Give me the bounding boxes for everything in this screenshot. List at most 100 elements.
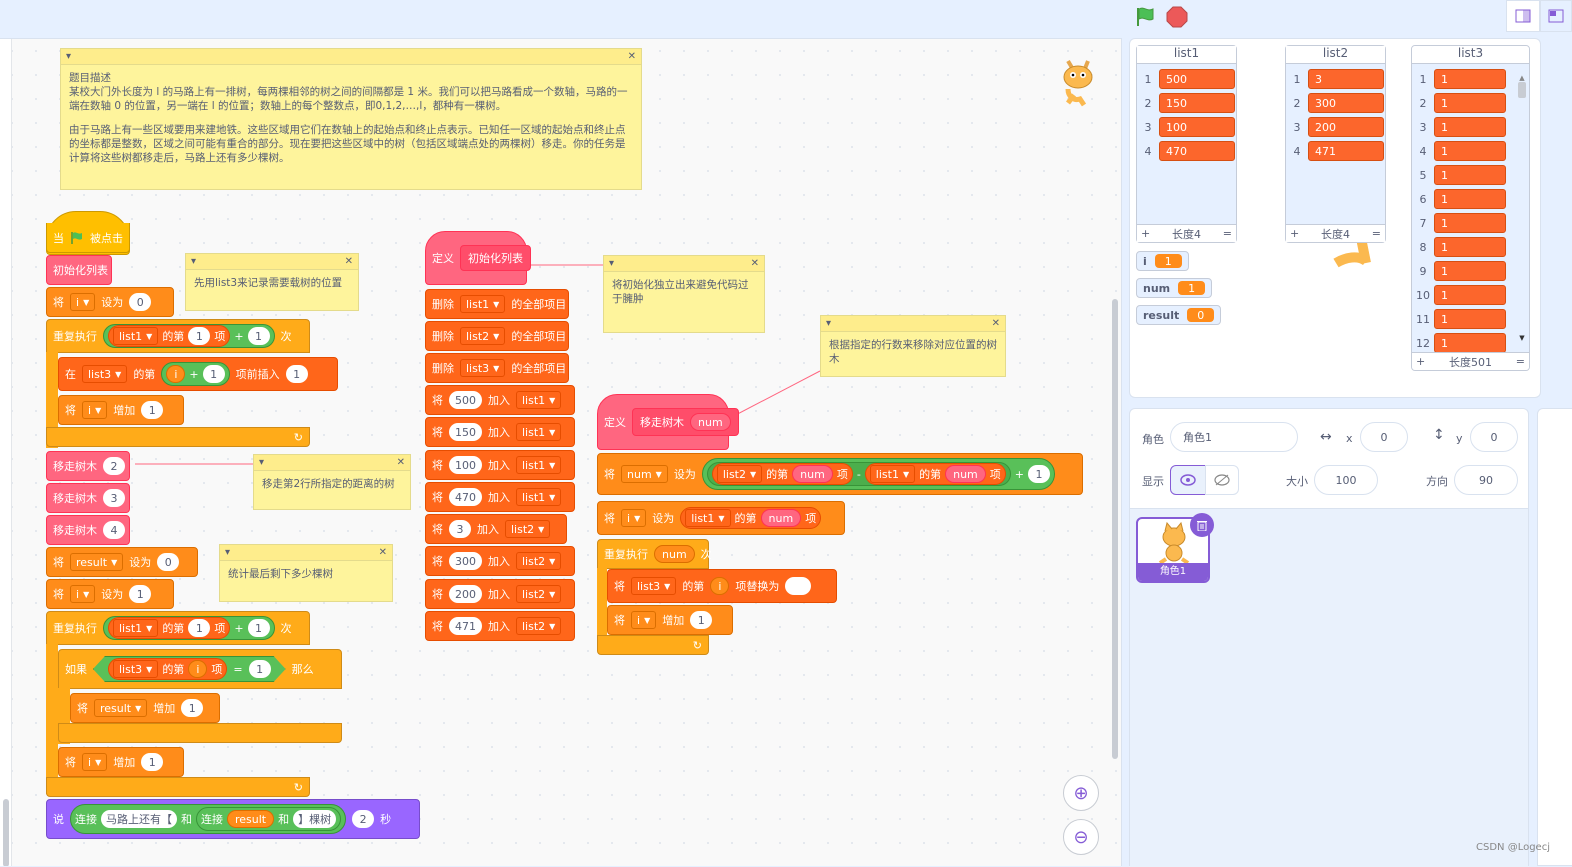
resize-handle[interactable]: = bbox=[1223, 227, 1232, 240]
note-remove-row2[interactable]: ▾ ✕ 移走第2行所指定的距离的树 bbox=[253, 454, 411, 510]
item-of-list-reporter[interactable]: list3 ▼ 的第 i 项 bbox=[108, 658, 227, 680]
list-item-value[interactable]: 1 bbox=[1434, 165, 1506, 185]
var-dropdown[interactable]: i ▼ bbox=[82, 753, 108, 771]
list-item[interactable]: 2 300 bbox=[1290, 92, 1384, 114]
list-dropdown[interactable]: list1 ▼ bbox=[685, 509, 731, 527]
list3-scrollbar[interactable]: ▲ ▼ bbox=[1518, 74, 1526, 342]
list-dropdown[interactable]: list1 ▼ bbox=[516, 488, 562, 506]
change-i-block[interactable]: 将 i ▼ 增加 1 bbox=[58, 395, 184, 425]
var-dropdown[interactable]: result ▼ bbox=[94, 699, 148, 717]
subtract-operator[interactable]: list2 ▼ 的第 num 项 - list1 ▼ 的第 num 项 bbox=[706, 462, 1011, 486]
delete-sprite-button[interactable] bbox=[1190, 513, 1214, 537]
add-300-list2[interactable]: 将 300 加入 list2 ▼ bbox=[425, 546, 575, 576]
list-item[interactable]: 81 bbox=[1416, 236, 1506, 258]
set-num-block[interactable]: 将 num ▼ 设为 list2 ▼ 的第 num 项 - list1 ▼ 的第 nu… bbox=[597, 453, 1083, 495]
item-of-list-reporter[interactable]: list1 ▼ 的第 num 项 bbox=[864, 463, 1006, 485]
list-dropdown[interactable]: list2 ▼ bbox=[505, 520, 551, 538]
add-150-list1[interactable]: 将 150 加入 list1 ▼ bbox=[425, 417, 575, 447]
set-i-block-3[interactable]: 将 i ▼ 设为 list1 ▼ 的第 num 项 bbox=[597, 501, 845, 535]
insert-at-list-block[interactable]: 在 list3 ▼ 的第 i + 1 项前插入 1 bbox=[58, 357, 338, 391]
collapse-icon[interactable]: ▾ bbox=[259, 457, 264, 468]
add-200-list2[interactable]: 将 200 加入 list2 ▼ bbox=[425, 579, 575, 609]
list-dropdown[interactable]: list1 ▼ bbox=[869, 465, 916, 483]
list-item-value[interactable]: 470 bbox=[1159, 141, 1235, 161]
list-item-value[interactable]: 1 bbox=[1434, 141, 1506, 161]
change-result-block[interactable]: 将 result ▼ 增加 1 bbox=[70, 693, 220, 723]
list-item[interactable]: 31 bbox=[1416, 116, 1506, 138]
item-of-list-reporter[interactable]: list2 ▼ 的第 num 项 bbox=[711, 463, 853, 485]
close-icon[interactable]: ✕ bbox=[751, 258, 759, 269]
list-item[interactable]: 3 100 bbox=[1141, 116, 1235, 138]
list-item[interactable]: 4 471 bbox=[1290, 140, 1384, 162]
zoom-in-button[interactable]: ⊕ bbox=[1063, 775, 1099, 811]
repeat-block-3[interactable]: 重复执行 num 次 bbox=[597, 539, 712, 569]
list-dropdown[interactable]: list1 ▼ bbox=[516, 391, 562, 409]
replace-item-block[interactable]: 将 list3 ▼ 的第 i 项替换为 bbox=[607, 569, 837, 603]
list-dropdown[interactable]: list1 ▼ bbox=[460, 295, 506, 313]
list-item-value[interactable]: 1 bbox=[1434, 93, 1506, 113]
list-item[interactable]: 11 bbox=[1416, 68, 1506, 90]
var-dropdown[interactable]: i ▼ bbox=[621, 509, 647, 527]
equals-operator[interactable]: list3 ▼ 的第 i 项 = 1 bbox=[93, 656, 286, 682]
item-of-list-reporter[interactable]: list1 ▼ 的第 1 项 bbox=[108, 325, 231, 347]
show-button[interactable] bbox=[1170, 465, 1206, 495]
var-monitor-result[interactable]: result 0 bbox=[1136, 305, 1222, 325]
note-init[interactable]: ▾ ✕ 将初始化独立出来避免代码过于臃肿 bbox=[603, 255, 765, 333]
change-i-block-3[interactable]: 将 i ▼ 增加 1 bbox=[607, 605, 733, 635]
list-item-value[interactable]: 1 bbox=[1434, 333, 1506, 353]
list-item[interactable]: 91 bbox=[1416, 260, 1506, 282]
note-list3[interactable]: ▾ ✕ 先用list3来记录需要载树的位置 bbox=[185, 253, 359, 311]
list3-monitor[interactable]: list3 1 1 2 1 3 1 4 1 5 1 6 1 7 1 8 1 9 1 10 1 11 1 12 1 ▲ ▼ + 长… bbox=[1411, 45, 1530, 371]
call-remove-trees-3[interactable]: 移走树木 3 bbox=[46, 483, 130, 513]
add-item-button[interactable]: + bbox=[1141, 227, 1150, 240]
var-monitor-num[interactable]: num 1 bbox=[1136, 278, 1213, 298]
var-dropdown[interactable]: i ▼ bbox=[70, 585, 96, 603]
var-dropdown[interactable]: num ▼ bbox=[621, 465, 668, 483]
list-item-value[interactable]: 100 bbox=[1159, 117, 1235, 137]
var-monitor-i[interactable]: i1 bbox=[1136, 251, 1189, 271]
item-of-list-reporter[interactable]: list1 ▼ 的第 num 项 bbox=[680, 507, 822, 529]
list-item-value[interactable]: 1 bbox=[1434, 237, 1506, 257]
add-471-list2[interactable]: 将 471 加入 list2 ▼ bbox=[425, 611, 575, 641]
x-input[interactable]: 0 bbox=[1360, 422, 1408, 452]
value-input[interactable]: 0 bbox=[129, 293, 152, 311]
hide-button[interactable] bbox=[1205, 465, 1239, 495]
size-input[interactable]: 100 bbox=[1314, 465, 1378, 495]
list-item-value[interactable]: 200 bbox=[1308, 117, 1384, 137]
add-operator[interactable]: i + 1 bbox=[161, 362, 230, 386]
when-flag-clicked-block[interactable]: 当 被点击 bbox=[46, 223, 130, 253]
small-stage-button[interactable] bbox=[1506, 0, 1540, 32]
list-dropdown[interactable]: list1 ▼ bbox=[516, 423, 562, 441]
add-item-button[interactable]: + bbox=[1290, 227, 1299, 240]
list-dropdown[interactable]: list2 ▼ bbox=[516, 617, 562, 635]
close-icon[interactable]: ✕ bbox=[345, 256, 353, 267]
add-item-button[interactable]: + bbox=[1416, 355, 1425, 368]
list-dropdown[interactable]: list2 ▼ bbox=[516, 552, 562, 570]
set-result-block[interactable]: 将 result ▼ 设为 0 bbox=[46, 547, 198, 577]
list-item-value[interactable]: 1 bbox=[1434, 261, 1506, 281]
list-item-value[interactable]: 1 bbox=[1434, 117, 1506, 137]
collapse-icon[interactable]: ▾ bbox=[225, 547, 230, 558]
list-dropdown[interactable]: list1 ▼ bbox=[113, 327, 159, 345]
list-item-value[interactable]: 1 bbox=[1434, 309, 1506, 329]
list-dropdown[interactable]: list2 ▼ bbox=[716, 465, 763, 483]
define-init-list-block[interactable]: 定义 初始化列表 bbox=[425, 231, 531, 285]
stage[interactable]: list1 1 500 2 150 3 100 4 470 + 长度4 = list2 1 3 2 30… bbox=[1129, 38, 1541, 398]
stop-icon[interactable] bbox=[1166, 6, 1188, 28]
collapse-icon[interactable]: ▾ bbox=[826, 318, 831, 329]
text-input[interactable]: 】棵树 bbox=[293, 810, 337, 828]
set-i-block[interactable]: 将 i ▼ 设为 0 bbox=[46, 287, 174, 317]
if-block[interactable]: 如果 list3 ▼ 的第 i 项 = 1 那么 bbox=[58, 649, 342, 689]
var-dropdown[interactable]: i ▼ bbox=[631, 611, 657, 629]
list-dropdown[interactable]: list3 ▼ bbox=[82, 365, 128, 383]
var-dropdown[interactable]: result ▼ bbox=[70, 553, 124, 571]
item-of-list-reporter[interactable]: list1 ▼ 的第 1 项 bbox=[108, 617, 231, 639]
code-workspace[interactable]: ▾ ✕ 题目描述 某校大门外长度为 l 的马路上有一排树，每两棵相邻的树之间的间隔都… bbox=[0, 38, 1122, 866]
list-dropdown[interactable]: list1 ▼ bbox=[113, 619, 159, 637]
var-dropdown[interactable]: i ▼ bbox=[82, 401, 108, 419]
list-item[interactable]: 3 200 bbox=[1290, 116, 1384, 138]
call-remove-trees-2[interactable]: 移走树木 2 bbox=[46, 451, 130, 481]
collapse-icon[interactable]: ▾ bbox=[191, 256, 196, 267]
list-dropdown[interactable]: list3 ▼ bbox=[113, 660, 158, 678]
direction-input[interactable]: 90 bbox=[1454, 465, 1518, 495]
